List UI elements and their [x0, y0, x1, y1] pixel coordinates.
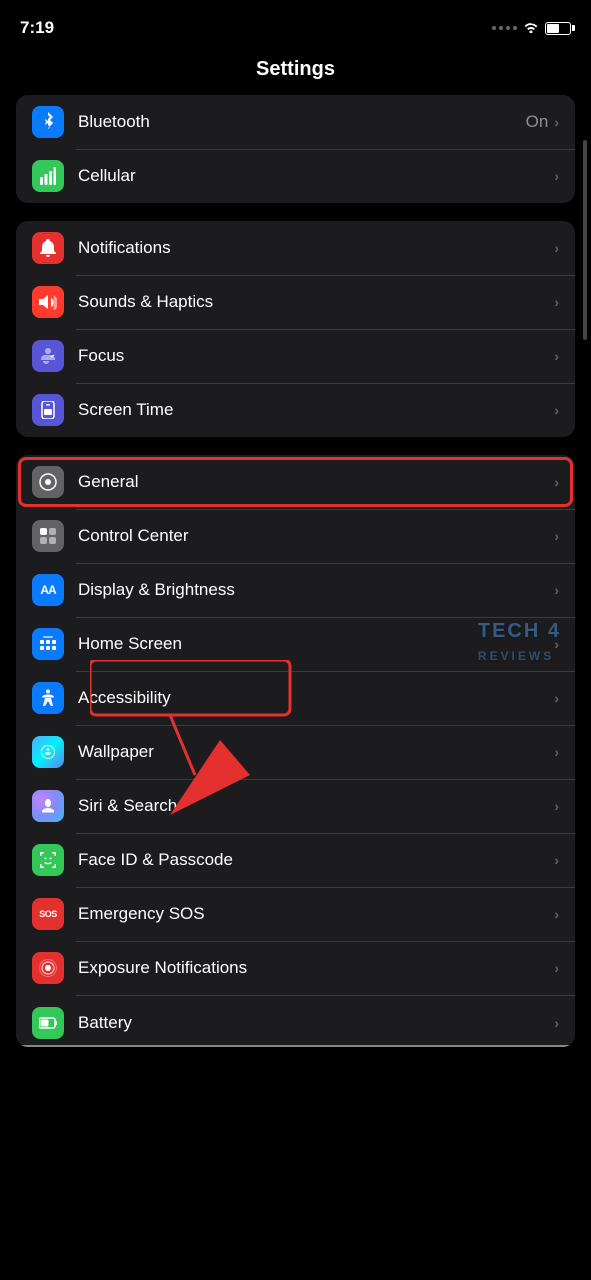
- sos-chevron: ›: [554, 906, 559, 922]
- faceid-icon: [32, 844, 64, 876]
- general-icon: [32, 466, 64, 498]
- exposure-label: Exposure Notifications: [78, 958, 554, 978]
- sos-icon: SOS: [32, 898, 64, 930]
- page-title: Settings: [256, 58, 335, 80]
- battery-label: Battery: [78, 1013, 554, 1033]
- cellular-icon: [32, 160, 64, 192]
- siri-icon: [32, 790, 64, 822]
- wifi-icon: [523, 20, 539, 36]
- settings-row-display[interactable]: AA Display & Brightness ›: [16, 563, 575, 617]
- sounds-label: Sounds & Haptics: [78, 292, 554, 312]
- faceid-chevron: ›: [554, 852, 559, 868]
- notifications-label: Notifications: [78, 238, 554, 258]
- faceid-label: Face ID & Passcode: [78, 850, 554, 870]
- sos-label: Emergency SOS: [78, 904, 554, 924]
- settings-row-notifications[interactable]: Notifications ›: [16, 221, 575, 275]
- cellular-chevron: ›: [554, 168, 559, 184]
- focus-icon: [32, 340, 64, 372]
- battery-chevron: ›: [554, 1015, 559, 1031]
- sounds-icon: [32, 286, 64, 318]
- settings-group-notifications: Notifications › Sounds & Haptics ›: [16, 221, 575, 437]
- controlcenter-label: Control Center: [78, 526, 554, 546]
- settings-row-sounds[interactable]: Sounds & Haptics ›: [16, 275, 575, 329]
- settings-row-accessibility[interactable]: Accessibility ›: [16, 671, 575, 725]
- settings-row-homescreen[interactable]: Home Screen ›: [16, 617, 575, 671]
- wallpaper-chevron: ›: [554, 744, 559, 760]
- bluetooth-label: Bluetooth: [78, 112, 526, 132]
- settings-row-focus[interactable]: Focus ›: [16, 329, 575, 383]
- settings-container: Bluetooth On › Cellular ›: [0, 95, 591, 1047]
- controlcenter-icon: [32, 520, 64, 552]
- settings-row-siri[interactable]: Siri & Search ›: [16, 779, 575, 833]
- screentime-label: Screen Time: [78, 400, 554, 420]
- settings-row-general[interactable]: General ›: [16, 455, 575, 509]
- display-icon: AA: [32, 574, 64, 606]
- status-icons: [492, 20, 571, 36]
- status-bar: 7:19: [0, 0, 591, 50]
- accessibility-icon: [32, 682, 64, 714]
- wallpaper-label: Wallpaper: [78, 742, 554, 762]
- settings-row-controlcenter[interactable]: Control Center ›: [16, 509, 575, 563]
- notifications-chevron: ›: [554, 240, 559, 256]
- exposure-icon: [32, 952, 64, 984]
- signal-icon: [492, 26, 517, 30]
- accessibility-label: Accessibility: [78, 688, 554, 708]
- screentime-chevron: ›: [554, 402, 559, 418]
- battery-status-icon: [545, 22, 571, 35]
- scroll-indicator: [583, 140, 587, 340]
- settings-row-screentime[interactable]: Screen Time ›: [16, 383, 575, 437]
- general-label: General: [78, 472, 554, 492]
- bluetooth-chevron: ›: [554, 114, 559, 130]
- homescreen-chevron: ›: [554, 636, 559, 652]
- wallpaper-icon: [32, 736, 64, 768]
- settings-group-connectivity: Bluetooth On › Cellular ›: [16, 95, 575, 203]
- cellular-label: Cellular: [78, 166, 548, 186]
- settings-row-cellular[interactable]: Cellular ›: [16, 149, 575, 203]
- accessibility-chevron: ›: [554, 690, 559, 706]
- bluetooth-value: On: [526, 112, 549, 132]
- general-chevron: ›: [554, 474, 559, 490]
- homescreen-icon: [32, 628, 64, 660]
- display-label: Display & Brightness: [78, 580, 554, 600]
- settings-row-sos[interactable]: SOS Emergency SOS ›: [16, 887, 575, 941]
- exposure-chevron: ›: [554, 960, 559, 976]
- settings-row-faceid[interactable]: Face ID & Passcode ›: [16, 833, 575, 887]
- notifications-icon: [32, 232, 64, 264]
- homescreen-label: Home Screen: [78, 634, 554, 654]
- settings-row-wallpaper[interactable]: Wallpaper ›: [16, 725, 575, 779]
- bluetooth-icon: [32, 106, 64, 138]
- siri-chevron: ›: [554, 798, 559, 814]
- settings-row-battery[interactable]: Battery ›: [16, 995, 575, 1047]
- settings-row-bluetooth[interactable]: Bluetooth On ›: [16, 95, 575, 149]
- battery-icon: [32, 1007, 64, 1039]
- screentime-icon: [32, 394, 64, 426]
- sounds-chevron: ›: [554, 294, 559, 310]
- settings-group-main: General › Control Center › AA: [16, 455, 575, 1047]
- display-chevron: ›: [554, 582, 559, 598]
- page-header: Settings: [0, 50, 591, 95]
- settings-row-exposure[interactable]: Exposure Notifications ›: [16, 941, 575, 995]
- controlcenter-chevron: ›: [554, 528, 559, 544]
- focus-label: Focus: [78, 346, 554, 366]
- siri-label: Siri & Search: [78, 796, 554, 816]
- focus-chevron: ›: [554, 348, 559, 364]
- status-time: 7:19: [20, 18, 54, 38]
